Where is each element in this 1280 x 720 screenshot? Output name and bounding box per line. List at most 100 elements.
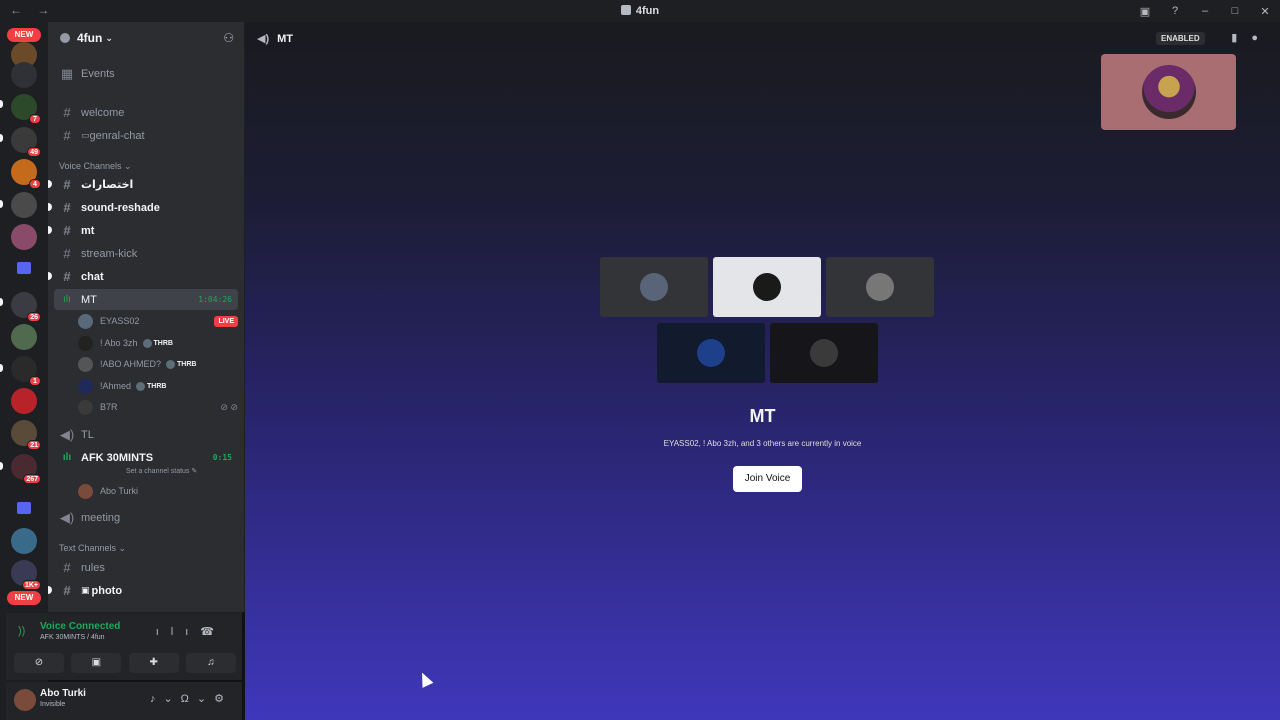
- server-icon[interactable]: 21: [11, 420, 41, 450]
- help-icon[interactable]: ?: [1160, 5, 1190, 17]
- voice-timer: 0:15: [212, 453, 232, 462]
- server-icon[interactable]: [11, 192, 37, 218]
- avatar: [78, 378, 93, 394]
- disconnect-icon[interactable]: ☎: [200, 626, 226, 638]
- new-badge: NEW: [7, 591, 41, 605]
- server-icon[interactable]: [11, 528, 37, 554]
- chevron-down-icon: ⌄: [105, 32, 113, 43]
- voice-channel-meeting[interactable]: ◀) meeting: [54, 507, 238, 528]
- voice-location[interactable]: AFK 30MINTS / 4fun: [40, 634, 105, 641]
- avatar: [1141, 65, 1196, 119]
- speech-emoji-icon: ▭: [81, 130, 90, 140]
- live-badge: LIVE: [214, 315, 238, 327]
- server-icon[interactable]: [11, 324, 37, 350]
- server-icon[interactable]: 26: [11, 292, 41, 322]
- gear-icon[interactable]: ⚙: [214, 693, 232, 705]
- microphone-icon[interactable]: ♪⌄: [150, 693, 181, 705]
- screenshare-button[interactable]: ▣: [71, 653, 122, 673]
- server-icon[interactable]: 1K+: [11, 560, 41, 590]
- unread-pill: [0, 200, 3, 208]
- chat-icon[interactable]: ●: [1251, 32, 1272, 44]
- enabled-badge[interactable]: ENABLED: [1156, 32, 1205, 45]
- channel-arabic[interactable]: # اختصارات: [54, 174, 238, 195]
- channel-stream-kick[interactable]: # stream-kick: [54, 243, 238, 264]
- unread-pill: [0, 298, 3, 306]
- muted-deafened-icon: ⊘ ⊘: [220, 401, 238, 412]
- folder-icon[interactable]: [17, 502, 31, 514]
- camera-button[interactable]: ⊘: [14, 653, 64, 673]
- unread-pill: [48, 180, 52, 188]
- folder-icon[interactable]: [17, 262, 31, 274]
- add-member-icon[interactable]: ⚇: [223, 31, 234, 45]
- soundboard-button[interactable]: ♫: [185, 653, 236, 673]
- voice-user[interactable]: !Ahmed THRB: [78, 376, 238, 396]
- channel-photo[interactable]: # ▣ photo: [54, 580, 238, 601]
- category-voice-channels[interactable]: Voice Channels ⌄: [59, 161, 132, 172]
- avatar: [753, 273, 781, 301]
- server-icon[interactable]: [11, 62, 37, 88]
- voice-activity-icon: ılı: [63, 294, 71, 305]
- channel-status[interactable]: Set a channel status ✎: [126, 467, 197, 475]
- category-text-channels[interactable]: Text Channels ⌄: [59, 543, 126, 554]
- voice-user[interactable]: !ABO AHMED? THRB: [78, 354, 238, 374]
- voice-channel-afk[interactable]: ılı AFK 30MINTS 0:15: [54, 447, 238, 468]
- channel-chat[interactable]: # chat: [54, 266, 238, 287]
- participant-tile[interactable]: [826, 257, 934, 317]
- server-icon[interactable]: 4: [11, 159, 41, 189]
- minimize-button[interactable]: –: [1190, 5, 1220, 17]
- voice-channel-mt[interactable]: ılı MT 1:04:26: [54, 289, 238, 310]
- self-video-tile[interactable]: [1101, 54, 1236, 130]
- guild-header[interactable]: 4fun ⌄ ⚇: [48, 22, 244, 54]
- voice-user[interactable]: Abo Turki: [78, 481, 238, 501]
- voice-stage: ◀) MT ENABLED ▮● MT EYASS02, ! Abo 3zh, a…: [245, 22, 1280, 720]
- voice-connection-panel: )) Voice Connected AFK 30MINTS / 4fun ıl…: [6, 612, 242, 680]
- guild-icon: [60, 33, 70, 43]
- user-status: Invisible: [40, 701, 66, 708]
- channel-mt[interactable]: # mt: [54, 220, 238, 241]
- inbox-icon[interactable]: ▣: [1130, 5, 1160, 18]
- hash-icon: #: [63, 269, 71, 284]
- activities-button[interactable]: ✚: [128, 653, 179, 673]
- voice-user[interactable]: B7R ⊘ ⊘: [78, 397, 238, 417]
- server-icon[interactable]: 49: [11, 127, 41, 157]
- server-icon[interactable]: 7: [11, 94, 41, 124]
- participant-tile[interactable]: [713, 257, 821, 317]
- participant-tile[interactable]: [770, 323, 878, 383]
- participant-tile[interactable]: [600, 257, 708, 317]
- channel-rules[interactable]: # rules: [54, 557, 238, 578]
- server-icon[interactable]: 267: [11, 454, 41, 484]
- hash-icon: #: [63, 128, 71, 143]
- camera-emoji-icon: ▣: [81, 585, 90, 595]
- unread-pill: [48, 226, 52, 234]
- events-item[interactable]: ▦ Events: [54, 63, 238, 84]
- close-button[interactable]: ✕: [1250, 5, 1280, 18]
- unread-pill: [48, 272, 52, 280]
- username[interactable]: Abo Turki: [40, 688, 86, 699]
- server-icon[interactable]: [11, 388, 37, 414]
- server-icon[interactable]: 1: [11, 356, 41, 386]
- headphones-icon[interactable]: Ω⌄: [181, 693, 214, 705]
- bookmark-icon[interactable]: ▮: [1231, 32, 1251, 44]
- participant-tile[interactable]: [657, 323, 765, 383]
- unread-pill: [48, 586, 52, 594]
- channel-welcome[interactable]: # welcome: [54, 102, 238, 123]
- join-voice-button[interactable]: Join Voice: [733, 466, 802, 492]
- channel-sound-reshade[interactable]: # sound-reshade: [54, 197, 238, 218]
- voice-user[interactable]: ! Abo 3zh THRB: [78, 333, 238, 353]
- voice-participants-summary: EYASS02, ! Abo 3zh, and 3 others are cur…: [663, 439, 862, 448]
- voice-connected-label[interactable]: Voice Connected: [40, 621, 120, 632]
- noise-suppression-icon[interactable]: ılı: [156, 626, 201, 638]
- voice-channel-tl[interactable]: ◀) TL: [54, 424, 238, 445]
- avatar: [866, 273, 894, 301]
- avatar: [697, 339, 725, 367]
- window-title: 4fun: [0, 5, 1280, 17]
- maximize-button[interactable]: □: [1220, 5, 1250, 17]
- unread-pill: [0, 364, 3, 372]
- hash-icon: #: [63, 105, 71, 120]
- signal-icon[interactable]: )): [18, 625, 25, 637]
- server-icon[interactable]: [11, 224, 37, 250]
- unread-pill: [48, 203, 52, 211]
- channel-genral-chat[interactable]: # ▭ genral-chat: [54, 125, 238, 146]
- voice-user[interactable]: EYASS02 LIVE: [78, 311, 238, 331]
- avatar[interactable]: [14, 689, 36, 711]
